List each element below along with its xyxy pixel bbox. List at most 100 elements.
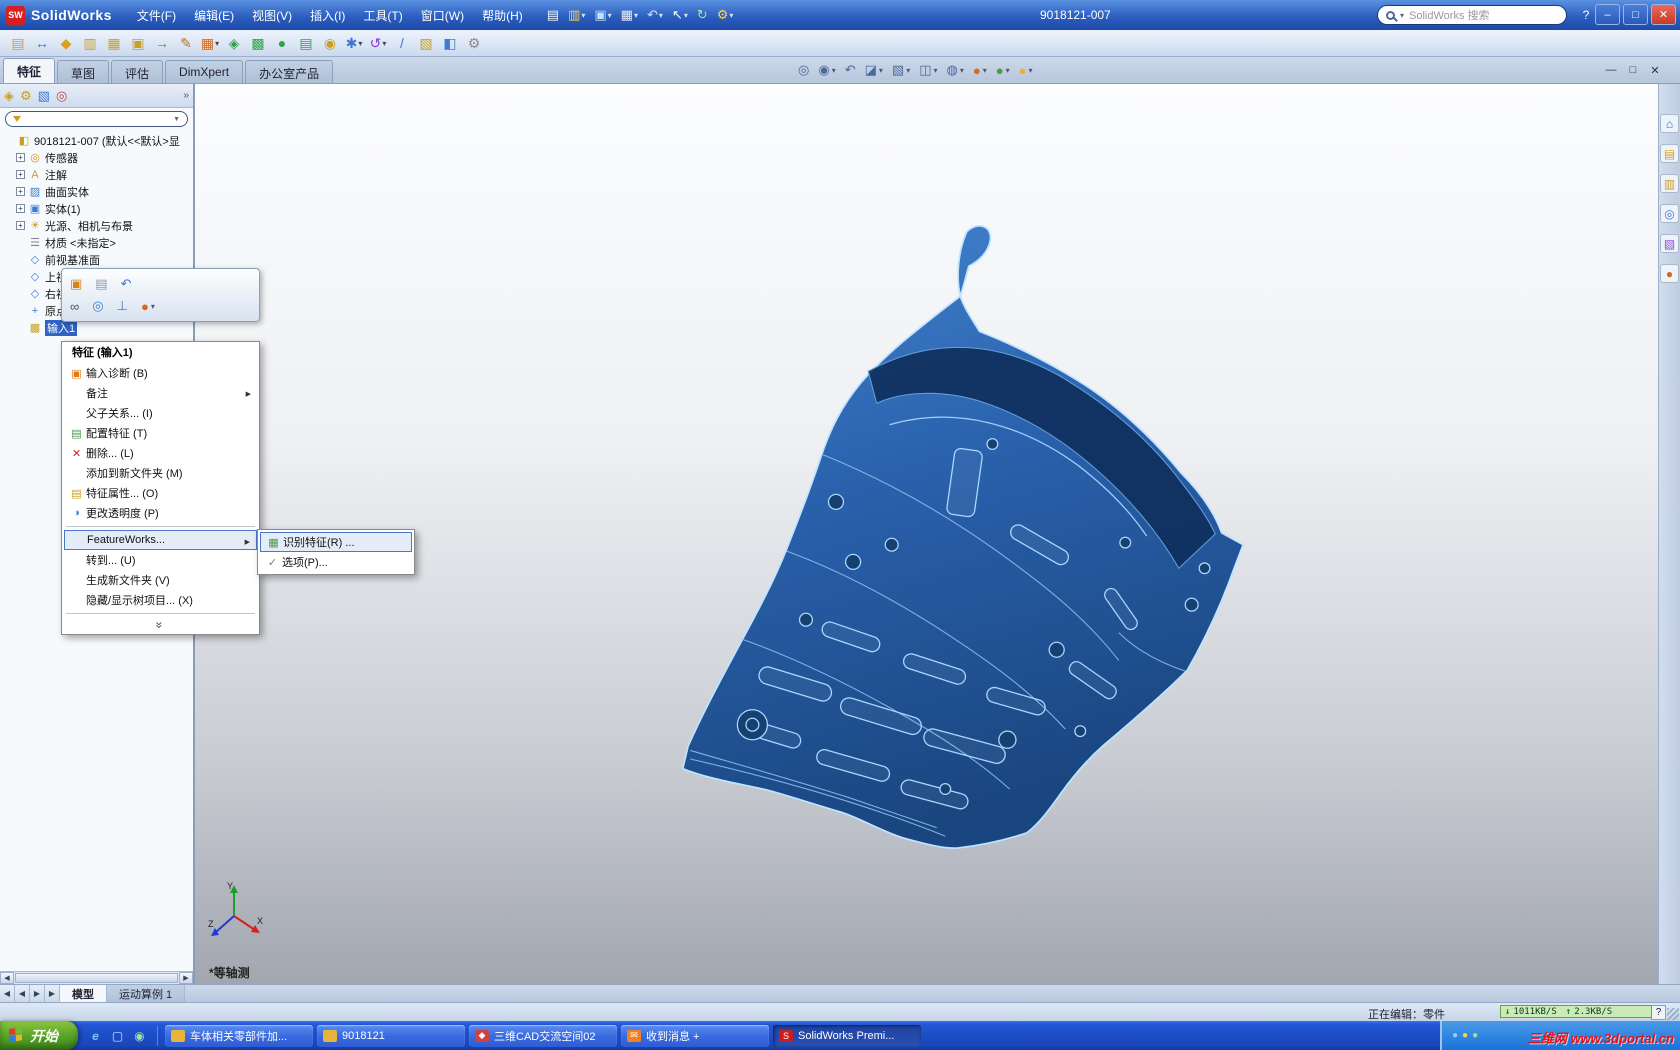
tree-expander[interactable] (16, 238, 25, 247)
books-icon[interactable]: ▧ (416, 33, 436, 53)
tree-expander[interactable]: + (16, 170, 25, 179)
tree-filter-input[interactable]: ▼ (5, 111, 188, 127)
taskbar-button-folder-2[interactable]: 9018121 (317, 1024, 465, 1047)
tree-root-item[interactable]: ◧ 9018121-007 (默认<<默认>显 (5, 132, 193, 149)
view-settings-icon[interactable]: ● (1019, 63, 1033, 78)
view-palette-icon[interactable]: ▧ (1660, 234, 1679, 253)
tray-icon-1[interactable]: ● (1452, 1030, 1458, 1041)
tray-icon-2[interactable]: ● (1462, 1030, 1468, 1041)
screen-clip-icon[interactable]: ▤ (8, 33, 28, 53)
media-player-icon[interactable]: ◉ (131, 1027, 148, 1044)
select-icon[interactable]: ↖ (669, 5, 691, 25)
model-tab[interactable]: 模型 (60, 985, 107, 1002)
menu-item[interactable]: 编辑(E) (185, 2, 243, 29)
propertymanager-tab-icon[interactable]: ⚙ (20, 88, 32, 104)
menu-item-configure-feature[interactable]: ▤ 配置特征 (T) (64, 423, 257, 443)
options-icon[interactable]: ⚙ (714, 5, 737, 25)
zoom-fit-icon[interactable]: ◎ (798, 62, 809, 78)
hatch-icon[interactable]: ▩ (248, 33, 268, 53)
zoom-to-selection-icon[interactable]: ◎ (92, 298, 103, 314)
commandmanager-tab[interactable]: 评估 (111, 60, 164, 83)
sheet-icon[interactable]: ▥ (80, 33, 100, 53)
curve-icon[interactable]: ↺ (368, 33, 388, 53)
tree-expander[interactable] (16, 289, 25, 298)
view-orientation-icon[interactable]: ▧ (892, 62, 910, 78)
tree-item[interactable]: ☰ 材质 <未指定> (5, 234, 193, 251)
suppress-icon[interactable]: ▤ (95, 276, 107, 292)
tree-expander[interactable] (16, 306, 25, 315)
display-style-icon[interactable]: ◫ (919, 62, 937, 78)
menu-item[interactable]: 窗口(W) (412, 2, 473, 29)
rollback-icon[interactable]: ↶ (121, 276, 132, 292)
alert-icon[interactable]: ◆ (56, 33, 76, 53)
tray-icon-3[interactable]: ● (1472, 1030, 1478, 1041)
macro-icon[interactable]: ⚙ (464, 33, 484, 53)
context-menu-separator[interactable] (64, 610, 257, 617)
tree-item[interactable]: + ▨ 曲面实体 (5, 183, 193, 200)
previous-view-icon[interactable]: ↶ (845, 62, 856, 78)
taskbar-button-solidworks[interactable]: S SolidWorks Premi... (773, 1024, 921, 1047)
menu-item[interactable]: 帮助(H) (473, 2, 532, 29)
doc-restore-button[interactable]: □ (1626, 64, 1640, 77)
stamp-icon[interactable]: ▣ (128, 33, 148, 53)
hide-show-items-icon[interactable]: ◍ (947, 62, 964, 78)
menu-item-featureworks[interactable]: FeatureWorks... (64, 530, 257, 550)
appearance-icon[interactable]: ● (141, 299, 155, 314)
tree-expander[interactable]: + (16, 204, 25, 213)
normal-to-icon[interactable]: ⊥ (117, 298, 128, 314)
resources-home-icon[interactable]: ⌂ (1660, 114, 1679, 133)
table-icon[interactable]: ▦ (104, 33, 124, 53)
menu-item-create-new-folder[interactable]: 生成新文件夹 (V) (64, 570, 257, 590)
apply-scene-icon[interactable]: ● (996, 63, 1010, 78)
menu-item[interactable]: 文件(F) (128, 2, 185, 29)
green-sheet-icon[interactable]: ▤ (296, 33, 316, 53)
help-button[interactable]: ? (1578, 6, 1594, 24)
scroll-left-arrow-icon[interactable]: ◀ (0, 972, 14, 984)
sphere-icon[interactable]: ● (272, 33, 292, 53)
doc-minimize-button[interactable]: — (1604, 64, 1618, 77)
tree-item[interactable]: + ▣ 实体(1) (5, 200, 193, 217)
design-library-icon[interactable]: ▤ (1660, 144, 1679, 163)
resize-grip[interactable] (1667, 1008, 1679, 1020)
scrollbar-thumb[interactable] (15, 973, 178, 983)
sketch-pencil-icon[interactable]: ✎ (176, 33, 196, 53)
context-menu-chevron[interactable]: » (64, 617, 257, 632)
context-menu-separator[interactable] (64, 523, 257, 530)
search-input[interactable]: ▾ SolidWorks 搜索 (1377, 5, 1567, 25)
undo-icon[interactable]: ↶ (644, 5, 666, 25)
filter-dropdown-icon[interactable]: ▼ (173, 116, 180, 123)
zoom-area-icon[interactable]: ◉ (818, 62, 835, 78)
menu-item[interactable]: 视图(V) (243, 2, 301, 29)
menu-item[interactable]: 工具(T) (354, 2, 411, 29)
maximize-button[interactable]: □ (1623, 4, 1648, 25)
file-explorer-icon[interactable]: ▥ (1660, 174, 1679, 193)
section-view-icon[interactable]: ◪ (865, 62, 883, 78)
gem-icon[interactable]: ◈ (224, 33, 244, 53)
menu-item-import-diagnostics[interactable]: ▣ 输入诊断 (B) (64, 363, 257, 383)
internet-explorer-icon[interactable]: e (87, 1027, 104, 1044)
section-icon[interactable]: ◧ (440, 33, 460, 53)
menu-item-change-transparency[interactable]: ◑ 更改透明度 (P) (64, 503, 257, 523)
dimxpert-tab-icon[interactable]: ◎ (56, 88, 67, 104)
new-document-icon[interactable]: ▤ (544, 5, 562, 25)
grid-icon[interactable]: ▦ (200, 33, 220, 53)
tab-scroll-start[interactable]: ◀ (0, 985, 15, 1002)
tree-expander[interactable] (16, 272, 25, 281)
menu-item-feature-properties[interactable]: ▤ 特征属性... (O) (64, 483, 257, 503)
tree-item[interactable]: + A 注解 (5, 166, 193, 183)
taskbar-button-folder-1[interactable]: 车体相关零部件加... (165, 1024, 313, 1047)
menu-item-delete[interactable]: ✕ 删除... (L) (64, 443, 257, 463)
taskbar-button-cad-space[interactable]: ◆ 三维CAD交流空间02 (469, 1024, 617, 1047)
status-help-button[interactable]: ? (1651, 1005, 1666, 1020)
open-folder-icon[interactable]: ▥ (565, 5, 588, 25)
tree-item[interactable]: + ◎ 传感器 (5, 149, 193, 166)
taskbar-button-message[interactable]: ✉ 收到消息 + (621, 1024, 769, 1047)
search-dropdown-icon[interactable]: ▾ (1400, 11, 1404, 20)
menu-item-parent-child[interactable]: 父子关系... (I) (64, 403, 257, 423)
sparkle-icon[interactable]: ✱ (344, 33, 364, 53)
tree-item[interactable]: ◇ 前视基准面 (5, 251, 193, 268)
commandmanager-tab[interactable]: 办公室产品 (245, 60, 334, 83)
tab-scroll-end[interactable]: ▶ (45, 985, 60, 1002)
configurationmanager-tab-icon[interactable]: ▧ (38, 88, 50, 104)
submenu-item-recognize-features[interactable]: ▦ 识别特征(R) ... (260, 532, 412, 552)
